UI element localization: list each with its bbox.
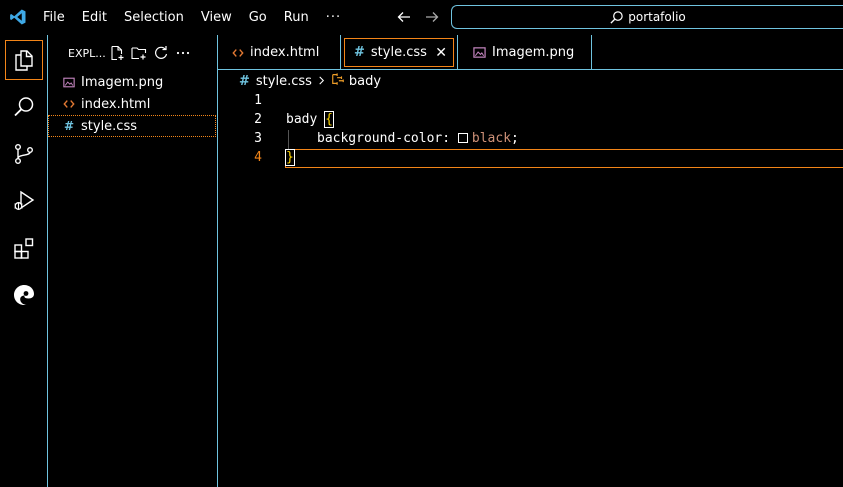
css-file-icon: # — [239, 73, 250, 89]
code-line-4: } — [285, 149, 295, 166]
image-file-icon — [63, 76, 75, 89]
menu-edit[interactable]: Edit — [73, 10, 115, 25]
line-number-current: 4 — [254, 150, 262, 165]
source-control-activity-button[interactable] — [5, 134, 43, 174]
html-file-icon — [63, 98, 75, 110]
menu-go[interactable]: Go — [240, 10, 275, 25]
navigation-arrows — [396, 9, 440, 25]
new-file-icon[interactable] — [108, 44, 125, 61]
breadcrumb-file[interactable]: style.css — [256, 74, 312, 89]
search-icon — [610, 10, 623, 24]
title-bar: File Edit Selection View Go Run ··· port… — [0, 0, 843, 35]
menu-view[interactable]: View — [192, 10, 240, 25]
search-icon — [14, 97, 34, 117]
color-swatch-icon[interactable] — [457, 133, 468, 143]
source-control-icon — [15, 144, 33, 165]
css-property: background-color: — [317, 131, 451, 146]
tab-label: index.html — [250, 45, 320, 60]
css-selector: bady — [286, 112, 318, 127]
more-actions-icon[interactable] — [174, 44, 191, 61]
file-item-imagem[interactable]: Imagem.png — [48, 71, 216, 93]
code-editor[interactable]: 1 2 3 4 bady { background-color: black; … — [218, 92, 843, 487]
extensions-icon — [14, 238, 34, 259]
explorer-sidebar: EXPL... Imagem.png index.html # style.cs… — [48, 35, 218, 487]
code-line-3: background-color: black; — [317, 131, 519, 146]
file-name: style.css — [81, 118, 137, 134]
open-brace: { — [324, 111, 334, 128]
line-number: 1 — [254, 93, 262, 108]
css-value: black — [471, 131, 512, 146]
semicolon: ; — [511, 131, 519, 146]
file-item-style[interactable]: # style.css — [48, 115, 216, 137]
close-brace: } — [285, 149, 295, 166]
menu-bar: File Edit Selection View Go Run ··· — [34, 0, 349, 35]
line-number: 3 — [254, 131, 262, 146]
file-item-index[interactable]: index.html — [48, 93, 216, 115]
close-icon[interactable]: ✕ — [435, 45, 447, 61]
explorer-title: EXPL... — [68, 46, 106, 60]
forward-arrow-icon[interactable] — [424, 9, 440, 25]
menu-selection[interactable]: Selection — [115, 10, 192, 25]
explorer-activity-button[interactable] — [5, 40, 43, 80]
editor-tabs: index.html # style.css ✕ Imagem.png — [218, 35, 843, 70]
extensions-activity-button[interactable] — [5, 228, 43, 268]
new-folder-icon[interactable] — [130, 44, 147, 61]
menu-more-button[interactable]: ··· — [317, 10, 349, 25]
menu-file[interactable]: File — [34, 10, 73, 25]
chevron-right-icon — [317, 74, 326, 89]
file-name: index.html — [81, 96, 151, 112]
edge-activity-button[interactable] — [5, 275, 43, 315]
run-debug-activity-button[interactable] — [5, 181, 43, 221]
tab-imagem-png[interactable]: Imagem.png — [458, 35, 592, 70]
explorer-header: EXPL... — [48, 35, 217, 71]
files-icon — [15, 50, 33, 71]
tab-label: Imagem.png — [492, 45, 575, 60]
search-activity-button[interactable] — [5, 87, 43, 127]
code-line-2: bady { — [286, 111, 334, 128]
command-center-search[interactable]: portafolio — [451, 5, 843, 29]
line-number: 2 — [254, 112, 262, 127]
tab-style-css[interactable]: # style.css ✕ — [341, 35, 458, 70]
breadcrumb: # style.css bady — [218, 70, 381, 92]
refresh-icon[interactable] — [152, 44, 169, 61]
run-debug-icon — [14, 190, 35, 210]
vscode-logo-icon — [10, 9, 26, 25]
tab-index-html[interactable]: index.html — [218, 35, 341, 70]
edge-browser-icon — [14, 285, 34, 305]
menu-run[interactable]: Run — [275, 10, 317, 25]
indent-guide — [288, 130, 289, 149]
image-file-icon — [473, 46, 486, 59]
html-file-icon — [232, 47, 244, 59]
current-line-highlight — [285, 149, 843, 168]
css-file-icon: # — [63, 119, 75, 133]
back-arrow-icon[interactable] — [396, 9, 412, 25]
explorer-actions — [108, 44, 191, 61]
symbol-icon — [331, 72, 345, 90]
workspace-name: portafolio — [628, 10, 686, 24]
file-name: Imagem.png — [81, 74, 164, 90]
activity-bar — [0, 35, 48, 487]
breadcrumb-symbol[interactable]: bady — [349, 74, 381, 89]
